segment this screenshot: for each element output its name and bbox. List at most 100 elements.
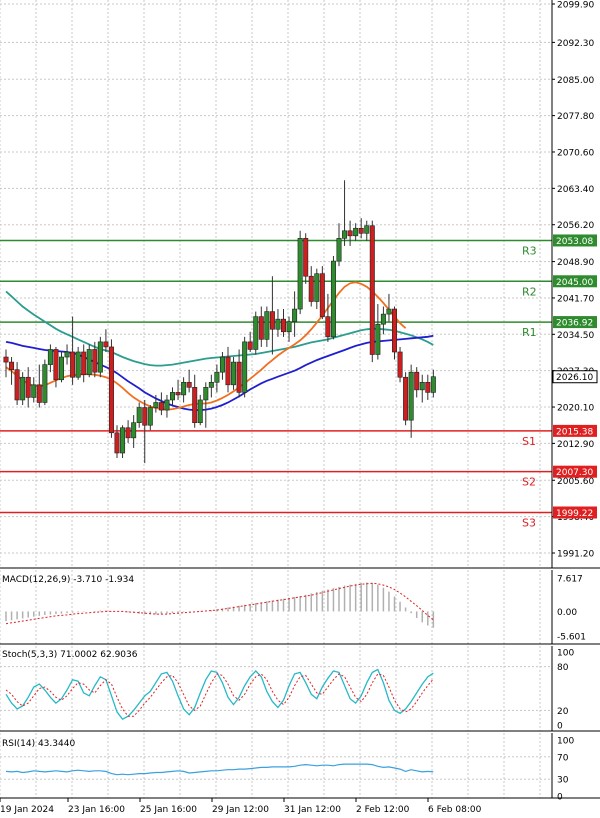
candle-body bbox=[47, 349, 53, 365]
candle-body bbox=[42, 364, 48, 403]
candle-body bbox=[214, 371, 220, 383]
price-tick-label: 2005.60 bbox=[557, 477, 594, 487]
candle-body bbox=[142, 407, 148, 426]
candle-body bbox=[386, 308, 392, 315]
time-tick-label: 23 Jan 16:00 bbox=[68, 805, 125, 815]
level-value-label: 2007.30 bbox=[556, 468, 593, 478]
level-name-label: S1 bbox=[522, 435, 536, 448]
candle-body bbox=[75, 351, 81, 378]
candle-body bbox=[280, 318, 286, 333]
candle-body bbox=[192, 387, 198, 423]
candle-body bbox=[403, 376, 409, 421]
price-tick-label: 2070.60 bbox=[557, 148, 594, 158]
time-tick-label: 19 Jan 2024 bbox=[0, 805, 54, 815]
candle-body bbox=[342, 230, 348, 239]
stoch-tick-label: 80 bbox=[557, 663, 569, 673]
candle-body bbox=[164, 399, 170, 411]
candle-body bbox=[247, 341, 253, 350]
price-tick-label: 2077.80 bbox=[557, 112, 594, 122]
candle-body bbox=[25, 376, 31, 398]
candle-body bbox=[314, 273, 320, 302]
candle-body bbox=[231, 361, 237, 386]
candle-body bbox=[375, 323, 381, 355]
price-tick-label: 2092.30 bbox=[557, 39, 594, 49]
level-name-label: R2 bbox=[522, 285, 537, 298]
rsi-title: RSI(14) 43.3440 bbox=[2, 739, 75, 749]
price-tick-label: 1991.20 bbox=[557, 550, 594, 560]
candle-body bbox=[297, 238, 303, 310]
candle-body bbox=[253, 316, 259, 350]
price-tick-label: 2041.70 bbox=[557, 294, 594, 304]
candle-body bbox=[414, 371, 420, 391]
candle-body bbox=[9, 361, 15, 370]
price-tick-label: 2012.90 bbox=[557, 440, 594, 450]
level-value-label: 1999.22 bbox=[556, 509, 593, 519]
candle-body bbox=[258, 316, 264, 340]
candle-body bbox=[364, 225, 370, 234]
level-value-label: 2053.08 bbox=[556, 237, 593, 247]
time-tick-label: 2 Feb 12:00 bbox=[356, 805, 410, 815]
candle-body bbox=[114, 432, 120, 454]
candle-body bbox=[264, 311, 270, 340]
level-name-label: R1 bbox=[522, 326, 537, 339]
candle-body bbox=[347, 230, 353, 237]
candle-body bbox=[70, 351, 76, 378]
time-tick-label: 25 Jan 16:00 bbox=[140, 805, 197, 815]
candle-body bbox=[286, 321, 292, 333]
candle-body bbox=[353, 227, 359, 237]
candle-body bbox=[219, 356, 225, 373]
time-tick-label: 29 Jan 12:00 bbox=[212, 805, 269, 815]
candle-body bbox=[31, 384, 37, 398]
candle-body bbox=[236, 361, 242, 393]
macd-tick-label: 0.00 bbox=[557, 608, 577, 618]
candle-body bbox=[430, 376, 436, 393]
time-tick-label: 31 Jan 12:00 bbox=[284, 805, 341, 815]
stoch-tick-label: 20 bbox=[557, 707, 569, 717]
level-value-label: 2015.38 bbox=[556, 427, 593, 437]
candle-body bbox=[358, 227, 364, 234]
candle-body bbox=[186, 381, 192, 388]
rsi-tick-label: 70 bbox=[557, 753, 569, 763]
price-tick-label: 2056.20 bbox=[557, 221, 594, 231]
candle-body bbox=[86, 349, 92, 376]
stoch-tick-label: 100 bbox=[557, 649, 574, 659]
rsi-tick-label: 100 bbox=[557, 737, 574, 747]
candle-body bbox=[242, 341, 248, 393]
macd-title: MACD(12,26,9) -3.710 -1.934 bbox=[2, 575, 134, 585]
candle-body bbox=[64, 351, 70, 358]
candle-body bbox=[92, 349, 98, 373]
candle-body bbox=[203, 387, 209, 401]
candle-body bbox=[319, 273, 325, 317]
macd-tick-label: -5.601 bbox=[557, 633, 586, 643]
macd-tick-label: 7.617 bbox=[557, 575, 583, 585]
candle-body bbox=[147, 407, 153, 426]
candle-body bbox=[369, 225, 375, 355]
candle-body bbox=[292, 308, 298, 322]
candle-body bbox=[53, 349, 59, 381]
level-name-label: S2 bbox=[522, 476, 536, 489]
candle-body bbox=[131, 422, 137, 439]
candle-body bbox=[380, 313, 386, 325]
candle-body bbox=[275, 318, 281, 330]
candle-body bbox=[120, 427, 126, 454]
candle-body bbox=[269, 311, 275, 330]
trading-chart: 7.6170.00-5.6011008020010070300 2099.902… bbox=[0, 0, 600, 818]
candle-body bbox=[153, 402, 159, 408]
level-name-label: S3 bbox=[522, 516, 536, 529]
price-tick-label: 2085.00 bbox=[557, 76, 594, 86]
candle-body bbox=[125, 427, 131, 439]
candle-body bbox=[408, 371, 414, 421]
candle-body bbox=[308, 275, 314, 302]
candle-body bbox=[3, 356, 9, 363]
candle-body bbox=[108, 346, 114, 434]
time-tick-label: 6 Feb 08:00 bbox=[428, 805, 482, 815]
candle-body bbox=[208, 381, 214, 388]
candle-body bbox=[136, 407, 142, 423]
level-name-label: R3 bbox=[522, 244, 537, 257]
candle-body bbox=[81, 351, 87, 376]
candle-body bbox=[419, 381, 425, 391]
candle-body bbox=[225, 356, 231, 386]
level-value-label: 2036.92 bbox=[556, 319, 593, 329]
stoch-tick-label: 0 bbox=[557, 722, 563, 732]
price-tick-label: 2034.50 bbox=[557, 331, 594, 341]
